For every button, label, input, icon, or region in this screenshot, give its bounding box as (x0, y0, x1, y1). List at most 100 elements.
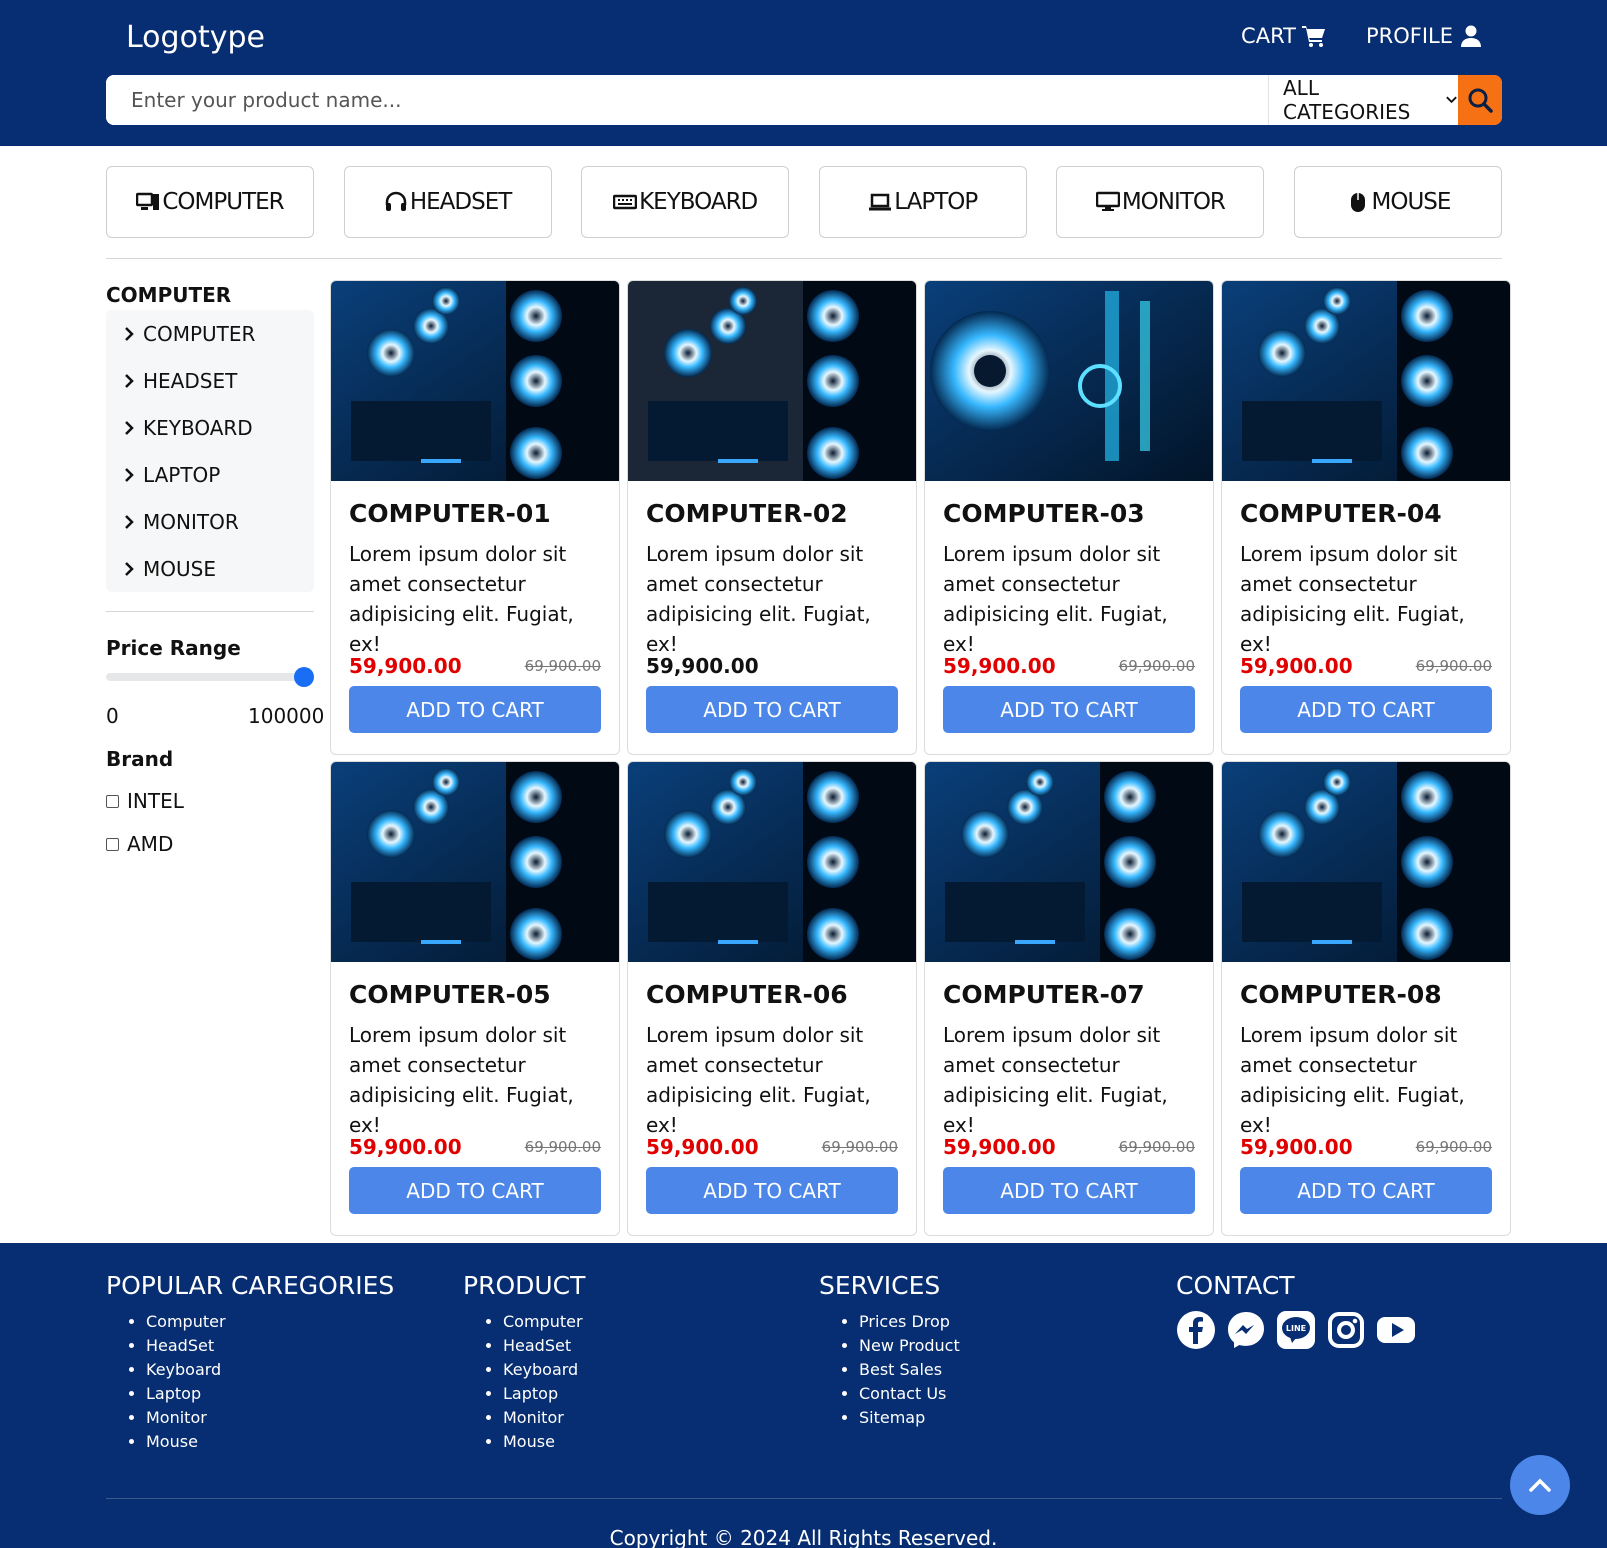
instagram-icon[interactable] (1326, 1310, 1366, 1350)
logo[interactable]: Logotype (126, 20, 265, 55)
line-icon[interactable]: LINE (1276, 1310, 1316, 1350)
computer-icon (136, 192, 160, 210)
product-title[interactable]: COMPUTER-07 (943, 980, 1145, 1009)
footer-link[interactable]: Monitor (146, 1406, 394, 1430)
footer-link[interactable]: New Product (859, 1334, 960, 1358)
cart-link[interactable]: CART (1241, 24, 1326, 48)
footer-link[interactable]: Keyboard (146, 1358, 394, 1382)
category-keyboard-label: KEYBOARD (639, 189, 758, 215)
product-title[interactable]: COMPUTER-06 (646, 980, 848, 1009)
add-to-cart-button[interactable]: ADD TO CART (1240, 1167, 1492, 1214)
scroll-to-top-button[interactable] (1510, 1455, 1570, 1515)
product-image[interactable] (331, 281, 620, 481)
footer-link[interactable]: HeadSet (146, 1334, 394, 1358)
brand-option-intel[interactable]: INTEL (106, 789, 184, 813)
footer-link[interactable]: Laptop (146, 1382, 394, 1406)
product-card[interactable]: COMPUTER-08 Lorem ipsum dolor sit amet co… (1221, 761, 1511, 1236)
category-headset[interactable]: HEADSET (343, 166, 552, 238)
product-card[interactable]: COMPUTER-02 Lorem ipsum dolor sit amet co… (627, 280, 917, 755)
footer-link[interactable]: Keyboard (503, 1358, 585, 1382)
product-image[interactable] (925, 762, 1214, 962)
footer-link[interactable]: Monitor (503, 1406, 585, 1430)
product-image[interactable] (1222, 281, 1511, 481)
brand-title: Brand (106, 747, 174, 771)
messenger-icon[interactable] (1226, 1310, 1266, 1350)
category-select[interactable]: ALL CATEGORIES (1268, 75, 1458, 125)
sidebar-item-mouse[interactable]: MOUSE (106, 545, 314, 592)
product-old-price: 69,900.00 (1118, 657, 1195, 675)
footer-link[interactable]: Mouse (503, 1430, 585, 1454)
youtube-icon[interactable] (1376, 1310, 1416, 1350)
product-image[interactable] (1222, 762, 1511, 962)
add-to-cart-button[interactable]: ADD TO CART (349, 686, 601, 733)
sidebar-item-laptop[interactable]: LAPTOP (106, 451, 314, 498)
product-title[interactable]: COMPUTER-01 (349, 499, 551, 528)
product-title[interactable]: COMPUTER-02 (646, 499, 848, 528)
add-to-cart-button[interactable]: ADD TO CART (1240, 686, 1492, 733)
product-price: 59,900.00 (646, 1135, 759, 1159)
price-range-thumb[interactable] (294, 667, 314, 687)
product-title[interactable]: COMPUTER-08 (1240, 980, 1442, 1009)
product-title[interactable]: COMPUTER-04 (1240, 499, 1442, 528)
add-to-cart-button[interactable]: ADD TO CART (646, 1167, 898, 1214)
price-range-slider[interactable] (106, 673, 304, 681)
add-to-cart-button[interactable]: ADD TO CART (943, 1167, 1195, 1214)
product-title[interactable]: COMPUTER-05 (349, 980, 551, 1009)
sidebar-item-headset[interactable]: HEADSET (106, 357, 314, 404)
laptop-icon (869, 193, 892, 211)
category-mouse[interactable]: MOUSE (1293, 166, 1502, 238)
social-icons: LINE (1176, 1310, 1416, 1350)
footer-divider (106, 1498, 1502, 1499)
sidebar-item-label: LAPTOP (143, 462, 221, 487)
product-image[interactable] (628, 281, 917, 481)
add-to-cart-button[interactable]: ADD TO CART (646, 686, 898, 733)
price-range-max: 100000 (248, 704, 325, 728)
brand-option-amd[interactable]: AMD (106, 832, 173, 856)
product-title[interactable]: COMPUTER-03 (943, 499, 1145, 528)
sidebar-item-label: COMPUTER (143, 321, 256, 346)
product-price: 59,900.00 (1240, 1135, 1353, 1159)
category-keyboard[interactable]: KEYBOARD (581, 166, 790, 238)
product-image[interactable] (628, 762, 917, 962)
footer-product: PRODUCT Computer HeadSet Keyboard Laptop… (463, 1271, 585, 1454)
category-monitor[interactable]: MONITOR (1056, 166, 1265, 238)
sidebar-item-monitor[interactable]: MONITOR (106, 498, 314, 545)
checkbox[interactable] (106, 794, 119, 808)
add-to-cart-button[interactable]: ADD TO CART (349, 1167, 601, 1214)
footer-link[interactable]: Computer (146, 1310, 394, 1334)
product-card[interactable]: COMPUTER-07 Lorem ipsum dolor sit amet co… (924, 761, 1214, 1236)
category-computer[interactable]: COMPUTER (106, 166, 314, 238)
footer-link[interactable]: Laptop (503, 1382, 585, 1406)
footer-link[interactable]: Mouse (146, 1430, 394, 1454)
product-card[interactable]: COMPUTER-06 Lorem ipsum dolor sit amet co… (627, 761, 917, 1236)
product-card[interactable]: COMPUTER-03 Lorem ipsum dolor sit amet co… (924, 280, 1214, 755)
product-card[interactable]: COMPUTER-01 Lorem ipsum dolor sit amet co… (330, 280, 620, 755)
search-button[interactable] (1458, 75, 1502, 125)
footer-link[interactable]: Prices Drop (859, 1310, 960, 1334)
category-laptop[interactable]: LAPTOP (818, 166, 1027, 238)
footer-link[interactable]: Best Sales (859, 1358, 960, 1382)
product-price: 59,900.00 (943, 654, 1056, 678)
product-old-price: 69,900.00 (1118, 1138, 1195, 1156)
footer-link[interactable]: Contact Us (859, 1382, 960, 1406)
footer-link[interactable]: HeadSet (503, 1334, 585, 1358)
footer-link[interactable]: Sitemap (859, 1406, 960, 1430)
product-card[interactable]: COMPUTER-05 Lorem ipsum dolor sit amet co… (330, 761, 620, 1236)
checkbox[interactable] (106, 837, 119, 851)
search-input[interactable] (106, 75, 1268, 125)
product-image[interactable] (331, 762, 620, 962)
sidebar-item-keyboard[interactable]: KEYBOARD (106, 404, 314, 451)
user-icon (1461, 25, 1481, 47)
facebook-icon[interactable] (1176, 1310, 1216, 1350)
chevron-down-icon (1446, 96, 1457, 104)
product-price: 59,900.00 (349, 1135, 462, 1159)
footer-link[interactable]: Computer (503, 1310, 585, 1334)
product-price: 59,900.00 (943, 1135, 1056, 1159)
category-computer-label: COMPUTER (162, 189, 284, 215)
sidebar-item-computer[interactable]: COMPUTER (106, 310, 314, 357)
product-card[interactable]: COMPUTER-04 Lorem ipsum dolor sit amet co… (1221, 280, 1511, 755)
add-to-cart-button[interactable]: ADD TO CART (943, 686, 1195, 733)
product-image[interactable] (925, 281, 1214, 481)
product-old-price: 69,900.00 (1415, 1138, 1492, 1156)
profile-link[interactable]: PROFILE (1366, 24, 1483, 48)
